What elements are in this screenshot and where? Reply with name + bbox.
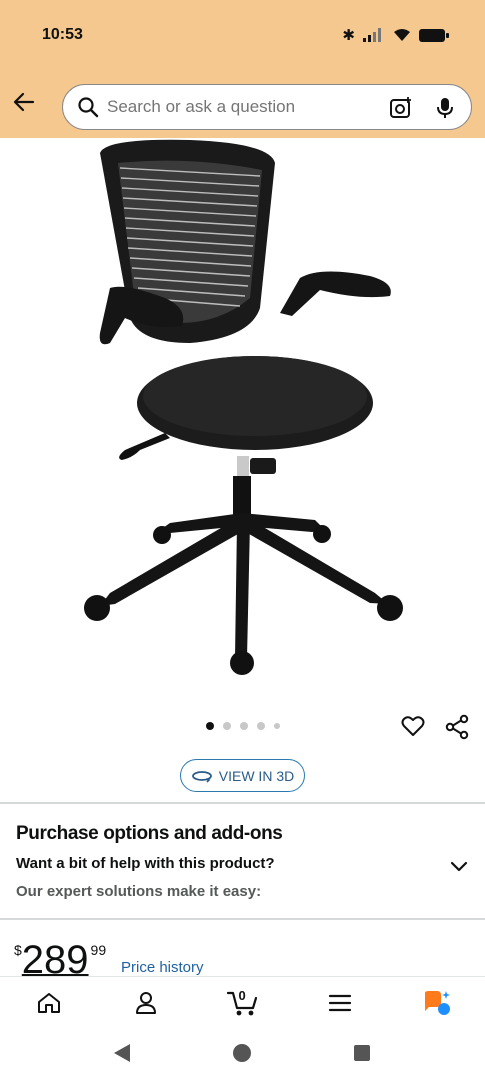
microphone-icon[interactable] [433, 96, 457, 120]
nav-cart-button[interactable]: 0 [223, 983, 263, 1023]
signal-icon [363, 28, 381, 42]
system-home-icon[interactable] [233, 1044, 251, 1062]
nav-home-button[interactable] [29, 983, 69, 1023]
hamburger-icon [328, 994, 351, 1011]
purchase-options-subtitle: Want a bit of help with this product? [16, 855, 275, 872]
purchase-options-title: Purchase options and add-ons [16, 823, 283, 844]
nav-account-button[interactable] [126, 983, 166, 1023]
bottom-nav: 0 [0, 976, 485, 1028]
battery-icon [419, 28, 449, 42]
wifi-icon [394, 29, 410, 41]
bluetooth-icon: ✱ [342, 27, 355, 44]
system-back-icon[interactable] [114, 1044, 130, 1062]
view-in-3d-button[interactable]: VIEW IN 3D [180, 759, 305, 792]
search-icon [78, 97, 99, 118]
rotate-3d-icon [191, 770, 212, 783]
price-currency: $ [14, 942, 22, 958]
carousel-dot[interactable] [273, 723, 280, 729]
purchase-options-description: Our expert solutions make it easy: [16, 883, 262, 900]
view-in-3d-label: VIEW IN 3D [218, 767, 295, 784]
heart-icon[interactable] [400, 713, 426, 739]
back-button[interactable] [8, 86, 40, 118]
nav-menu-button[interactable] [320, 983, 360, 1023]
rufus-icon [424, 990, 450, 1015]
system-navigation-bar [0, 1028, 485, 1080]
price-history-link[interactable]: Price history [121, 959, 204, 976]
product-image[interactable] [70, 138, 410, 688]
system-recents-icon[interactable] [354, 1045, 370, 1061]
share-icon[interactable] [444, 714, 470, 740]
carousel-dot[interactable] [222, 722, 231, 730]
search-input[interactable] [107, 97, 377, 117]
home-icon [37, 992, 60, 1013]
cart-count: 0 [238, 987, 246, 1003]
carousel-dot[interactable] [256, 722, 265, 730]
chevron-down-icon[interactable] [448, 855, 470, 877]
search-box[interactable] [62, 84, 472, 130]
divider [0, 918, 485, 920]
status-time: 10:53 [42, 26, 83, 43]
back-arrow-icon [13, 92, 35, 112]
person-icon [135, 991, 156, 1014]
nav-rufus-button[interactable] [417, 983, 457, 1023]
divider [0, 802, 485, 804]
status-bar: 10:53 ✱ [0, 0, 485, 72]
carousel-dot[interactable] [205, 722, 214, 730]
camera-lens-icon[interactable] [389, 96, 413, 120]
status-icons: ✱ [342, 26, 449, 44]
price-fraction: 99 [90, 942, 107, 958]
carousel-dot[interactable] [239, 722, 248, 730]
header [0, 72, 485, 138]
